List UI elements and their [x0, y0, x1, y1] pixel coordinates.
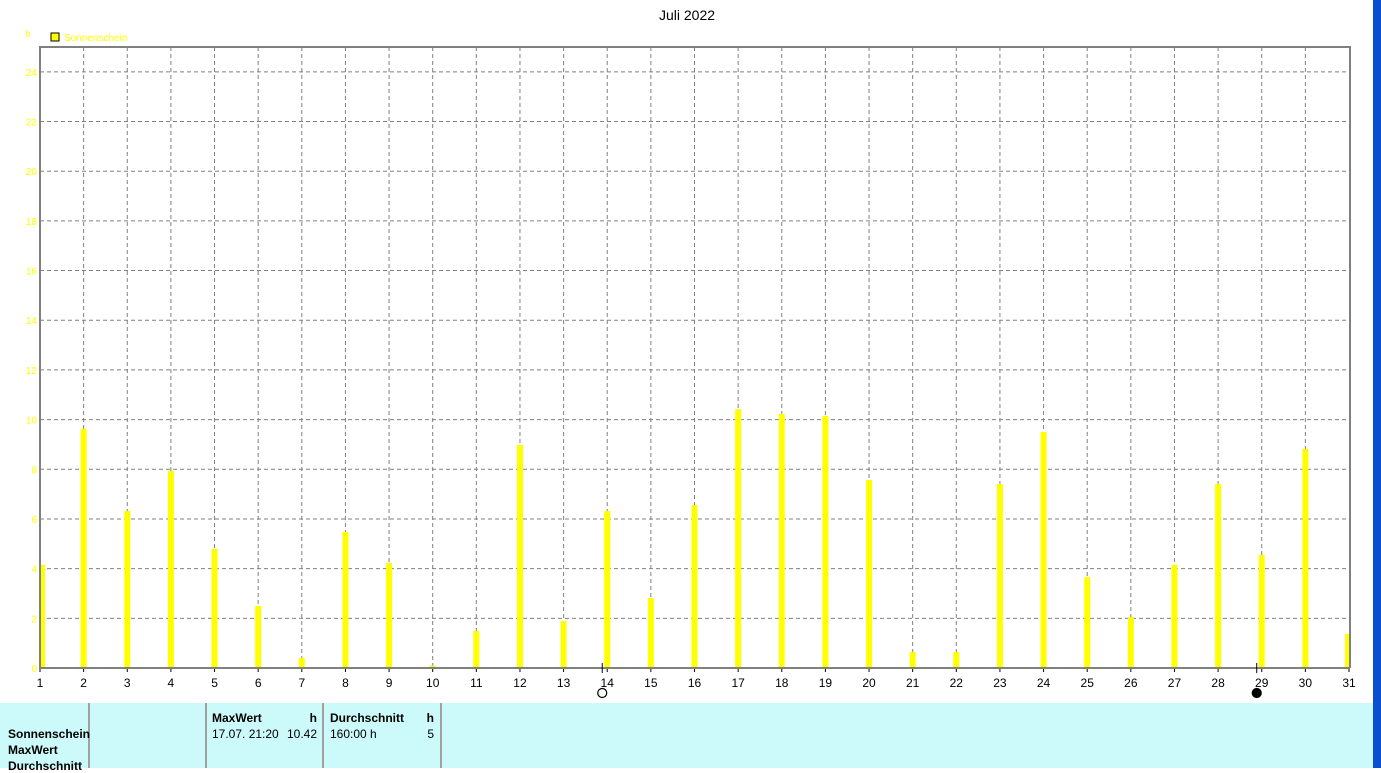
- bar-day-20: [866, 479, 873, 668]
- legend-label: Sonnenschein: [64, 33, 127, 44]
- x-tick-label: 10: [426, 676, 440, 690]
- summary-avg-column: Durchschnitt h 160:00 h 5: [324, 703, 442, 768]
- legend-swatch: [50, 32, 60, 42]
- bar-day-12: [516, 444, 523, 668]
- bar-day-28: [1215, 483, 1222, 668]
- bar-day-15: [647, 597, 654, 668]
- x-tick-label: 1: [37, 676, 44, 690]
- y-tick-label: 12: [26, 366, 38, 377]
- bar-day-22: [953, 652, 960, 668]
- row-label-max: MaxWert: [8, 743, 58, 757]
- bar-day-2: [80, 428, 87, 668]
- bar-day-9: [386, 562, 393, 668]
- bar-day-8: [342, 531, 349, 668]
- summary-labels-column: Sonnenschein MaxWert Durchschnitt: [0, 703, 91, 773]
- x-tick-label: 26: [1124, 676, 1138, 690]
- bar-day-3: [124, 511, 131, 668]
- y-tick-label: 18: [26, 217, 38, 228]
- y-tick-label: 6: [31, 515, 37, 526]
- y-tick-label: 10: [26, 416, 38, 427]
- x-tick-label: 12: [513, 676, 527, 690]
- x-tick-label: 22: [950, 676, 964, 690]
- x-tick-label: 18: [775, 676, 789, 690]
- bar-day-25: [1084, 577, 1091, 668]
- x-tick-label: 28: [1211, 676, 1225, 690]
- y-tick-label: 20: [26, 167, 38, 178]
- max-unit: h: [309, 711, 317, 725]
- summary-empty-column: [90, 703, 207, 768]
- bar-day-26: [1127, 617, 1134, 668]
- summary-max-column: MaxWert h 17.07. 21:20 10.42: [207, 703, 324, 768]
- y-axis-unit: h: [25, 29, 31, 40]
- x-tick-label: 15: [644, 676, 658, 690]
- bar-day-18: [778, 413, 785, 668]
- max-value: 10.42: [286, 727, 317, 741]
- max-header: MaxWert: [212, 711, 262, 725]
- x-tick-label: 14: [601, 676, 615, 690]
- x-tick-label: 9: [386, 676, 393, 690]
- x-tick-label: 17: [731, 676, 745, 690]
- desktop-background: [1373, 0, 1381, 768]
- bar-day-4: [167, 471, 174, 668]
- chart-title: Juli 2022: [659, 7, 715, 23]
- x-tick-label: 3: [124, 676, 131, 690]
- x-tick-label: 2: [80, 676, 87, 690]
- x-tick-label: 11: [470, 676, 483, 690]
- bar-day-29: [1258, 554, 1265, 668]
- full-moon-icon: [597, 687, 608, 699]
- x-tick-label: 19: [819, 676, 833, 690]
- x-tick-label: 31: [1342, 676, 1356, 690]
- x-tick-label: 4: [168, 676, 175, 690]
- bar-day-21: [909, 652, 916, 668]
- new-moon-icon: [1251, 687, 1262, 699]
- row-label-sunshine: Sonnenschein: [8, 727, 91, 741]
- avg-header: Durchschnitt: [330, 711, 405, 725]
- x-tick-label: 13: [557, 676, 571, 690]
- y-tick-label: 24: [26, 68, 38, 79]
- bar-day-30: [1302, 448, 1309, 668]
- max-time: 17.07. 21:20: [212, 727, 279, 741]
- x-tick-label: 16: [688, 676, 702, 690]
- x-tick-label: 24: [1037, 676, 1051, 690]
- x-tick-label: 25: [1081, 676, 1095, 690]
- bar-day-6: [255, 605, 262, 668]
- x-tick-label: 30: [1299, 676, 1313, 690]
- x-tick-label: 5: [211, 676, 218, 690]
- summary-panel: Sonnenschein MaxWert Durchschnitt MaxWer…: [0, 703, 1373, 773]
- y-tick-label: 2: [31, 614, 37, 625]
- row-label-avg: Durchschnitt: [8, 759, 83, 773]
- y-tick-label: 4: [31, 565, 37, 576]
- avg-unit: h: [426, 711, 434, 725]
- bar-day-7: [298, 658, 305, 668]
- bar-day-5: [211, 549, 218, 668]
- x-tick-label: 20: [862, 676, 876, 690]
- y-tick-label: 14: [26, 316, 38, 327]
- bar-day-23: [996, 483, 1003, 668]
- avg-total: 160:00 h: [330, 727, 377, 741]
- bar-day-11: [473, 630, 480, 668]
- x-tick-label: 6: [255, 676, 262, 690]
- bar-day-24: [1040, 432, 1047, 668]
- x-tick-label: 21: [906, 676, 920, 690]
- y-tick-label: 8: [31, 465, 37, 476]
- x-tick-label: 29: [1255, 676, 1269, 690]
- y-tick-label: 22: [26, 118, 38, 129]
- bar-day-14: [604, 511, 611, 668]
- bar-day-17: [735, 409, 742, 668]
- avg-value: 5: [427, 727, 434, 741]
- bar-day-19: [822, 415, 829, 668]
- x-tick-label: 8: [342, 676, 349, 690]
- bar-day-13: [560, 621, 567, 668]
- x-tick-label: 7: [298, 676, 305, 690]
- y-tick-label: 16: [26, 267, 38, 278]
- x-tick-label: 23: [993, 676, 1007, 690]
- y-tick-label: 0: [31, 664, 37, 675]
- sunshine-chart: Juli 2022h Sonnenschein024681012141618202…: [25, 7, 1356, 699]
- x-tick-label: 27: [1168, 676, 1182, 690]
- bar-day-27: [1171, 564, 1178, 668]
- bar-day-16: [691, 505, 698, 668]
